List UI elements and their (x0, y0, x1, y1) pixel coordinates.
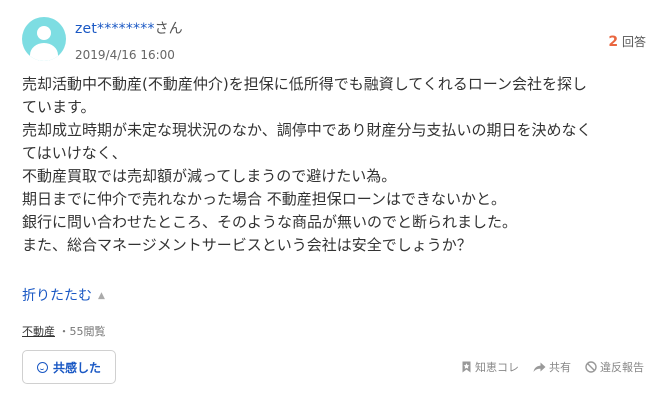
save-button[interactable]: 知恵コレ (461, 359, 519, 375)
avatar-body-shape (30, 43, 58, 61)
username-row: zet********さん (75, 20, 183, 38)
user-avatar[interactable] (22, 17, 66, 61)
avatar-head-shape (37, 26, 51, 40)
post-date: 2019/4/16 16:00 (75, 48, 175, 62)
category-tag[interactable]: 不動産 (22, 325, 55, 338)
collapse-toggle[interactable]: 折りたたむ ▲ (22, 285, 105, 305)
question-line: 銀行に問い合わせたところ、そのような商品が無いのでと断られました。 (22, 213, 518, 231)
share-button[interactable]: 共有 (533, 359, 571, 375)
question-line: てはいけなく、 (22, 144, 127, 162)
question-body: 売却活動中不動産(不動産仲介)を担保に低所得でも融資してくれるローン会社を探し … (22, 73, 644, 257)
question-line: ています。 (22, 98, 96, 116)
collapse-label: 折りたたむ (22, 288, 92, 304)
view-count: ・55閲覧 (58, 325, 106, 338)
share-arrow-icon (533, 362, 546, 373)
bookmark-icon (461, 361, 472, 373)
question-line: 期日までに仲介で売れなかった場合 不動産担保ローンはできないかと。 (22, 190, 507, 208)
answer-count-label: 回答 (621, 35, 646, 49)
empathy-button[interactable]: 共感した (22, 350, 116, 384)
prohibited-icon (585, 361, 597, 373)
question-line: 売却活動中不動産(不動産仲介)を担保に低所得でも融資してくれるローン会社を探し (22, 75, 588, 93)
answer-count-number: 2 (608, 34, 619, 50)
answer-count[interactable]: 2 回答 (608, 33, 646, 50)
question-line: また、総合マネージメントサービスという会社は安全でしょうか？ (22, 236, 472, 254)
smile-icon (36, 361, 48, 373)
save-label: 知恵コレ (475, 361, 519, 374)
report-label: 違反報告 (600, 361, 644, 374)
share-label: 共有 (549, 361, 571, 374)
chevron-up-icon: ▲ (98, 291, 105, 301)
question-line: 不動産買取では売却額が減ってしまうので避けたい為。 (22, 167, 397, 185)
question-line: 売却成立時期が未定な現状況のなか、調停中であり財産分与支払いの期日を決めなく (22, 121, 592, 139)
action-bar: 知恵コレ 共有 違反報告 (461, 359, 644, 375)
username-honorific: さん (154, 21, 183, 37)
username-link[interactable]: zet******** (75, 21, 155, 37)
empathy-label: 共感した (52, 360, 101, 375)
report-button[interactable]: 違反報告 (585, 359, 644, 375)
question-meta: 不動産 ・55閲覧 (22, 323, 106, 339)
